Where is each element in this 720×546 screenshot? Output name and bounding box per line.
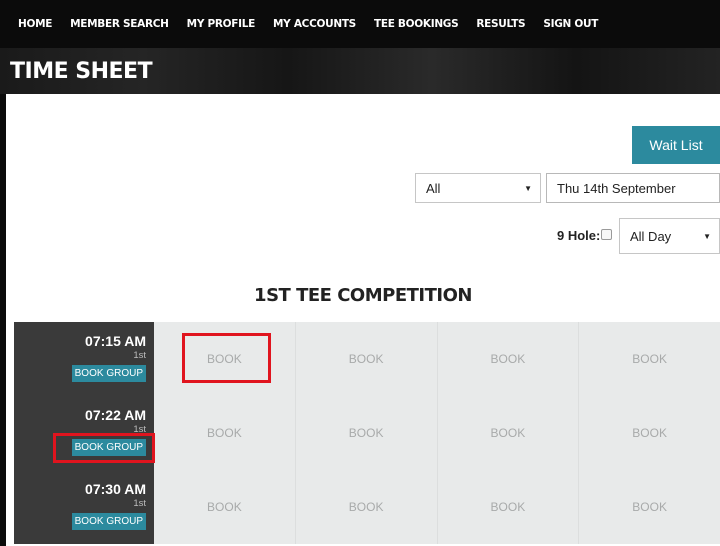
book-group-button[interactable]: BOOK GROUP: [71, 439, 146, 456]
time-cell: 07:22 AM 1st BOOK GROUP: [14, 396, 154, 470]
book-slot-button[interactable]: BOOK: [436, 470, 579, 544]
book-slot-button[interactable]: BOOK: [154, 322, 295, 396]
book-slot-button[interactable]: BOOK: [578, 396, 720, 470]
tee-time-row: 07:15 AM 1st BOOK GROUP BOOK BOOK BOOK B…: [14, 322, 720, 396]
tee-time: 07:30 AM: [85, 481, 146, 497]
book-slot-button[interactable]: BOOK: [154, 470, 295, 544]
time-cell: 07:30 AM 1st BOOK GROUP: [14, 470, 154, 544]
tee-number: 1st: [133, 498, 146, 509]
tee-time: 07:22 AM: [85, 407, 146, 423]
left-border: [0, 94, 6, 546]
book-slot-button[interactable]: BOOK: [578, 470, 720, 544]
time-of-day-select[interactable]: All Day ▼: [619, 218, 720, 254]
nav-my-accounts[interactable]: MY ACCOUNTS: [273, 18, 356, 30]
book-group-button[interactable]: BOOK GROUP: [71, 513, 146, 530]
wait-list-button[interactable]: Wait List: [632, 126, 720, 164]
caret-down-icon: ▼: [524, 183, 532, 193]
nav-sign-out[interactable]: SIGN OUT: [543, 18, 598, 30]
nav-member-search[interactable]: MEMBER SEARCH: [70, 18, 169, 30]
book-slot-button[interactable]: BOOK: [294, 322, 437, 396]
book-slot-button[interactable]: BOOK: [294, 396, 437, 470]
tee-time-row: 07:30 AM 1st BOOK GROUP BOOK BOOK BOOK B…: [14, 470, 720, 544]
nav-home[interactable]: HOME: [18, 18, 52, 30]
caret-down-icon: ▼: [703, 231, 711, 241]
nav-my-profile[interactable]: MY PROFILE: [187, 18, 256, 30]
nav-tee-bookings[interactable]: TEE BOOKINGS: [374, 18, 459, 30]
section-heading: 1ST TEE COMPETITION: [254, 285, 472, 306]
title-bar: TIME SHEET: [0, 48, 720, 94]
tee-time-row: 07:22 AM 1st BOOK GROUP BOOK BOOK BOOK B…: [14, 396, 720, 470]
book-slot-button[interactable]: BOOK: [436, 396, 579, 470]
date-input-value: Thu 14th September: [557, 180, 676, 196]
nine-hole-checkbox[interactable]: [601, 229, 612, 240]
book-slot-button[interactable]: BOOK: [294, 470, 437, 544]
book-slot-button[interactable]: BOOK: [578, 322, 720, 396]
date-input[interactable]: Thu 14th September: [546, 173, 720, 203]
nav-results[interactable]: RESULTS: [476, 18, 525, 30]
course-select-value: All: [426, 180, 441, 196]
time-of-day-value: All Day: [630, 228, 672, 244]
book-slot-button[interactable]: BOOK: [154, 396, 295, 470]
book-group-button[interactable]: BOOK GROUP: [71, 365, 146, 382]
top-nav: HOME MEMBER SEARCH MY PROFILE MY ACCOUNT…: [0, 0, 720, 48]
tee-number: 1st: [133, 350, 146, 361]
time-cell: 07:15 AM 1st BOOK GROUP: [14, 322, 154, 396]
tee-number: 1st: [133, 424, 146, 435]
course-select[interactable]: All ▼: [415, 173, 541, 203]
page-title: TIME SHEET: [10, 58, 153, 84]
nine-hole-label: 9 Hole:: [557, 228, 601, 243]
book-slot-button[interactable]: BOOK: [436, 322, 579, 396]
tee-time-table: 07:15 AM 1st BOOK GROUP BOOK BOOK BOOK B…: [14, 322, 720, 544]
tee-time: 07:15 AM: [85, 333, 146, 349]
